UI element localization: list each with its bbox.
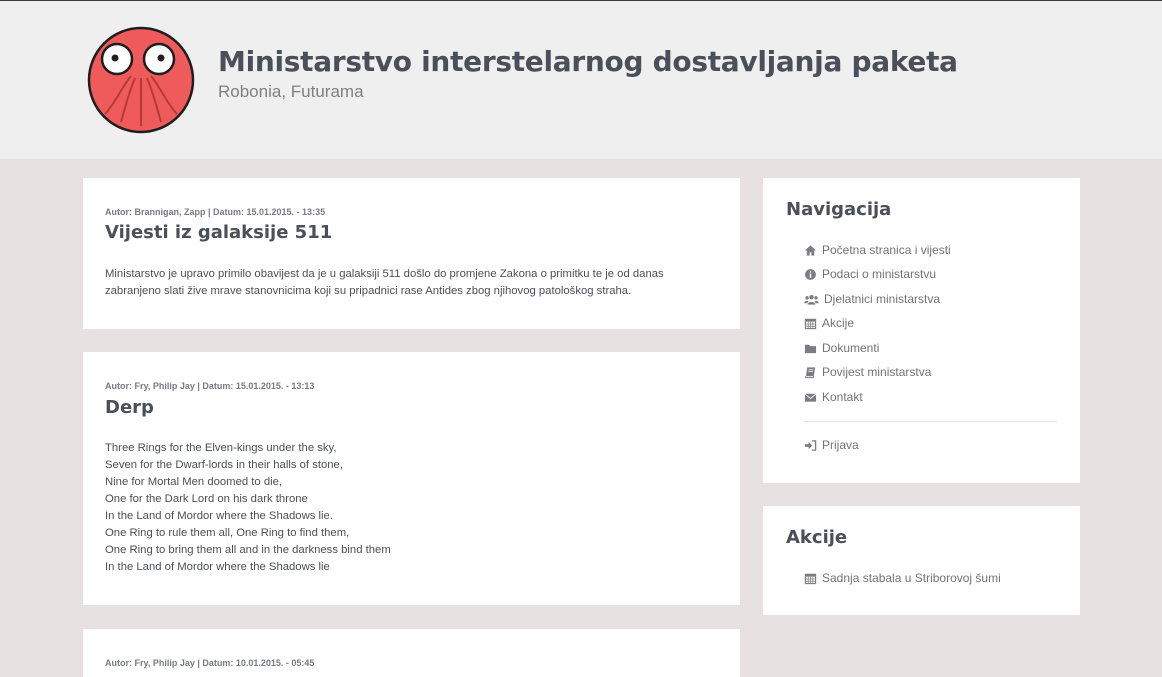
news-post: Autor: Fry, Philip Jay | Datum: 10.01.20… <box>83 629 740 677</box>
nav-item-label: Povijest ministarstva <box>822 365 932 379</box>
post-title[interactable]: Derp <box>105 397 154 418</box>
login-link[interactable]: Prijava <box>804 436 859 454</box>
post-line: zabranjeno slati žive mrave stanovnicima… <box>105 285 632 297</box>
post-line: Ministarstvo je upravo primilo obavijest… <box>105 268 664 280</box>
nav-item-label: Akcije <box>822 316 855 330</box>
post-body: Three Rings for the Elven-kings under th… <box>105 440 715 576</box>
site-title[interactable]: Ministarstvo interstelarnog dostavljanja… <box>218 45 958 78</box>
post-line: In the Land of Mordor where the Shadows … <box>105 561 330 573</box>
nav-item-label: Djelatnici ministarstva <box>824 292 941 306</box>
action-item-label: Sadnja stabala u Striborovoj šumi <box>822 571 1001 585</box>
nav-divider <box>804 421 1057 422</box>
book-icon <box>804 366 816 378</box>
post-title[interactable]: Vijesti iz galaksije 511 <box>105 222 332 243</box>
post-line: One for the Dark Lord on his dark throne <box>105 493 308 505</box>
post-meta: Autor: Fry, Philip Jay | Datum: 15.01.20… <box>105 381 315 391</box>
nav-item-label: Podaci o ministarstvu <box>822 267 937 281</box>
calendar-icon <box>804 318 817 329</box>
nav-item-label: Kontakt <box>822 390 863 404</box>
actions-panel: Akcije Sadnja stabala u Striborovoj šumi <box>763 506 1080 615</box>
post-line: One Ring to bring them all and in the da… <box>105 544 391 556</box>
post-line: In the Land of Mordor where the Shadows … <box>105 510 333 522</box>
news-post: Autor: Brannigan, Zapp | Datum: 15.01.20… <box>83 178 740 329</box>
nav-item-contact[interactable]: Kontakt <box>804 388 863 406</box>
login-label: Prijava <box>822 438 859 452</box>
users-icon <box>804 294 819 305</box>
post-line: Nine for Mortal Men doomed to die, <box>105 476 283 488</box>
post-line: Seven for the Dwarf-lords in their halls… <box>105 459 343 471</box>
nav-item-staff[interactable]: Djelatnici ministarstva <box>804 290 940 308</box>
post-body: Ministarstvo je upravo primilo obavijest… <box>105 266 715 300</box>
nav-item-history[interactable]: Povijest ministarstva <box>804 363 931 381</box>
home-icon <box>804 244 817 256</box>
info-circle-icon <box>805 268 816 280</box>
post-meta: Autor: Brannigan, Zapp | Datum: 15.01.20… <box>105 207 326 217</box>
nav-item-label: Dokumenti <box>822 341 880 355</box>
navigation-panel: Navigacija Početna stranica i vijesti Po… <box>763 178 1080 483</box>
site-subtitle: Robonia, Futurama <box>218 82 364 101</box>
zoidberg-logo-icon[interactable] <box>87 26 195 134</box>
navigation-title: Navigacija <box>786 199 892 220</box>
news-post: Autor: Fry, Philip Jay | Datum: 15.01.20… <box>83 352 740 605</box>
envelope-icon <box>804 393 817 402</box>
folder-icon <box>804 344 817 353</box>
site-header: Ministarstvo interstelarnog dostavljanja… <box>0 1 1162 159</box>
nav-item-about[interactable]: Podaci o ministarstvu <box>804 265 936 283</box>
action-item[interactable]: Sadnja stabala u Striborovoj šumi <box>804 569 1001 587</box>
sign-in-icon <box>804 439 817 451</box>
nav-item-documents[interactable]: Dokumenti <box>804 339 879 357</box>
nav-item-home[interactable]: Početna stranica i vijesti <box>804 241 951 259</box>
post-line: Three Rings for the Elven-kings under th… <box>105 442 337 454</box>
nav-item-actions[interactable]: Akcije <box>804 314 854 332</box>
calendar-icon <box>804 573 817 584</box>
nav-item-label: Početna stranica i vijesti <box>822 243 951 257</box>
post-line: One Ring to rule them all, One Ring to f… <box>105 527 350 539</box>
post-meta: Autor: Fry, Philip Jay | Datum: 10.01.20… <box>105 658 315 668</box>
actions-title: Akcije <box>786 527 848 548</box>
